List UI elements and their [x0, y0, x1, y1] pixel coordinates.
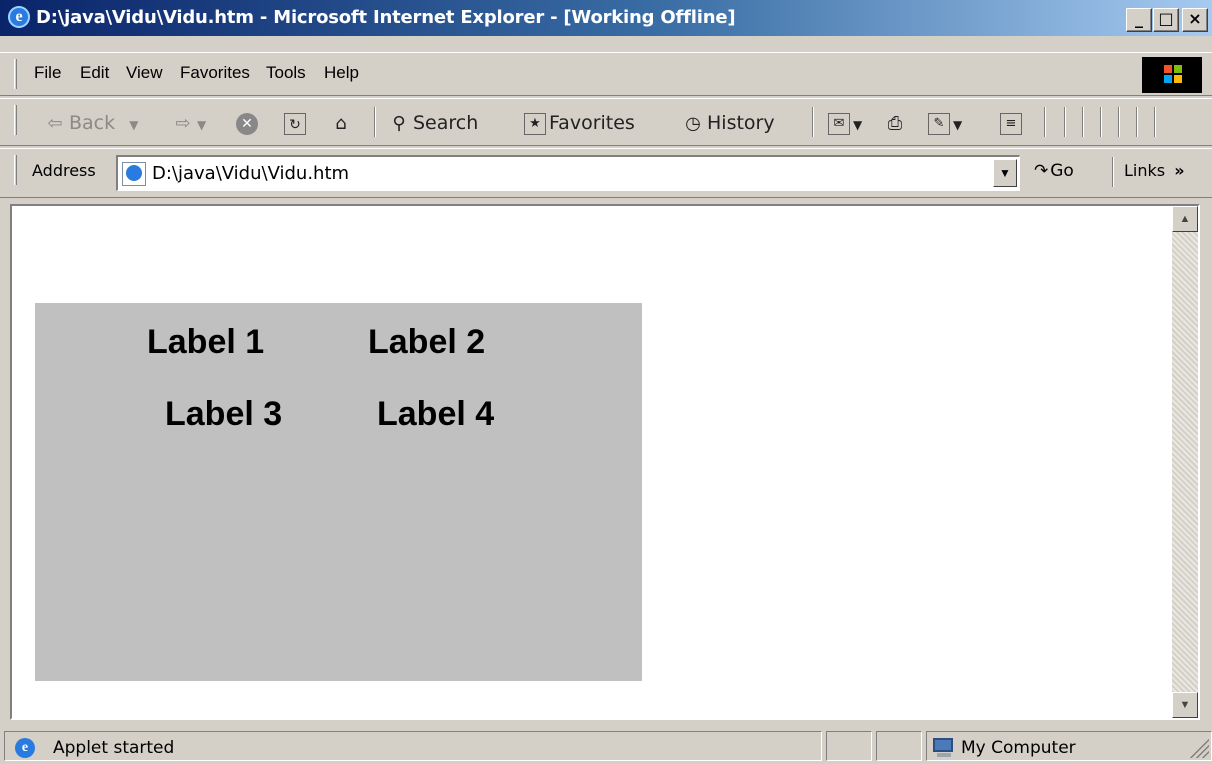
go-arrow-icon: ↷ [1034, 161, 1049, 181]
toolbar-separator [1082, 107, 1084, 137]
zone-label: My Computer [961, 738, 1076, 758]
windows-logo [1142, 57, 1202, 93]
favorites-icon: ★ [524, 112, 546, 135]
go-button[interactable]: ↷ Go [1034, 161, 1074, 181]
status-message: Applet started [53, 738, 175, 758]
page-status-icon: e [13, 736, 37, 760]
forward-button[interactable]: ⇨ ▼ [172, 109, 206, 137]
refresh-button[interactable]: ↻ [284, 109, 309, 137]
scroll-down-button[interactable]: ▼ [1172, 692, 1198, 718]
stop-icon: ✕ [236, 112, 258, 135]
links-label: Links [1124, 161, 1166, 180]
back-label: Back [69, 112, 116, 134]
address-separator [1112, 157, 1114, 187]
mail-button[interactable]: ✉ ▼ [828, 109, 862, 137]
menu-view[interactable]: View [126, 63, 163, 83]
back-dropdown-icon[interactable]: ▼ [129, 118, 138, 132]
status-zone-panel: My Computer [926, 731, 1212, 761]
home-button[interactable]: ⌂ [330, 109, 355, 137]
mail-icon: ✉ [828, 112, 850, 135]
address-dropdown-button[interactable]: ▼ [993, 159, 1017, 187]
address-input[interactable]: D:\java\Vidu\Vidu.htm ▼ [116, 155, 1020, 191]
toolbar-separator [1118, 107, 1120, 137]
home-icon: ⌂ [335, 112, 347, 134]
print-button[interactable]: ⎙ [884, 109, 909, 137]
page-content[interactable]: Label 1 Label 2 Label 3 Label 4 ▲ ▼ [10, 204, 1200, 720]
title-bar[interactable]: e D:\java\Vidu\Vidu.htm - Microsoft Inte… [0, 0, 1212, 40]
refresh-icon: ↻ [284, 112, 306, 135]
address-bar: Address D:\java\Vidu\Vidu.htm ▼ ↷ Go Link… [0, 148, 1212, 198]
minimize-button[interactable]: _ [1126, 8, 1152, 32]
vertical-scrollbar[interactable]: ▲ ▼ [1172, 206, 1198, 718]
mail-dropdown-icon[interactable]: ▼ [853, 118, 862, 132]
menu-grip[interactable] [14, 59, 17, 89]
menu-help[interactable]: Help [324, 63, 359, 83]
ie-icon[interactable]: e [8, 6, 30, 28]
menu-edit[interactable]: Edit [80, 63, 109, 83]
status-message-panel: e Applet started [4, 731, 822, 761]
back-button[interactable]: ⇦ Back ▼ [44, 109, 138, 137]
favorites-button[interactable]: ★ Favorites [524, 109, 635, 137]
search-icon: ⚲ [392, 112, 406, 134]
links-chevron-icon[interactable]: » [1174, 161, 1184, 180]
menu-tools[interactable]: Tools [266, 63, 306, 83]
toolbar-separator [374, 107, 376, 137]
toolbar-separator [1154, 107, 1156, 137]
status-progress-panel [826, 731, 872, 761]
address-grip[interactable] [14, 155, 17, 185]
forward-dropdown-icon[interactable]: ▼ [197, 118, 206, 132]
forward-arrow-icon: ⇨ [175, 112, 191, 134]
address-value[interactable]: D:\java\Vidu\Vidu.htm [152, 163, 349, 184]
go-label: Go [1050, 161, 1074, 181]
edit-icon: ✎ [928, 112, 950, 135]
toolbar-separator [1044, 107, 1046, 137]
applet-label-2: Label 2 [368, 323, 486, 361]
resize-grip[interactable] [1189, 738, 1209, 758]
close-button[interactable]: × [1182, 8, 1208, 32]
applet-label-1: Label 1 [147, 323, 265, 361]
toolbar-separator [1100, 107, 1102, 137]
back-arrow-icon: ⇦ [47, 112, 63, 134]
computer-icon [931, 736, 955, 760]
scroll-up-button[interactable]: ▲ [1172, 206, 1198, 232]
status-security-panel [876, 731, 922, 761]
address-label: Address [32, 161, 96, 180]
toolbar-separator [1136, 107, 1138, 137]
menu-favorites[interactable]: Favorites [180, 63, 250, 83]
status-bar: e Applet started My Computer [0, 728, 1212, 764]
toolbar-separator [1064, 107, 1066, 137]
page-icon [122, 162, 146, 186]
discuss-icon: ≡ [1000, 112, 1022, 135]
edit-button[interactable]: ✎ ▼ [928, 109, 962, 137]
java-applet[interactable]: Label 1 Label 2 Label 3 Label 4 [35, 303, 642, 681]
search-label: Search [413, 112, 479, 134]
applet-label-3: Label 3 [165, 395, 283, 433]
applet-label-4: Label 4 [377, 395, 495, 433]
stop-button[interactable]: ✕ [236, 109, 261, 137]
standard-toolbar: ⇦ Back ▼ ⇨ ▼ ✕ ↻ ⌂ ⚲ Search ★ Favorites ◷ His… [0, 98, 1212, 146]
edit-dropdown-icon[interactable]: ▼ [953, 118, 962, 132]
history-button[interactable]: ◷ History [682, 109, 775, 137]
favorites-label: Favorites [549, 112, 635, 134]
menu-file[interactable]: File [34, 63, 61, 83]
maximize-button[interactable]: □ [1153, 8, 1179, 32]
history-label: History [707, 112, 775, 134]
window-title: D:\java\Vidu\Vidu.htm - Microsoft Intern… [36, 7, 736, 28]
menu-bar: File Edit View Favorites Tools Help [0, 52, 1212, 96]
history-icon: ◷ [685, 112, 701, 134]
toolbar-grip[interactable] [14, 105, 17, 135]
links-button[interactable]: Links » [1124, 161, 1185, 180]
toolbar-separator [812, 107, 814, 137]
discuss-button[interactable]: ≡ [1000, 109, 1025, 137]
print-icon: ⎙ [887, 112, 903, 134]
search-button[interactable]: ⚲ Search [388, 109, 478, 137]
